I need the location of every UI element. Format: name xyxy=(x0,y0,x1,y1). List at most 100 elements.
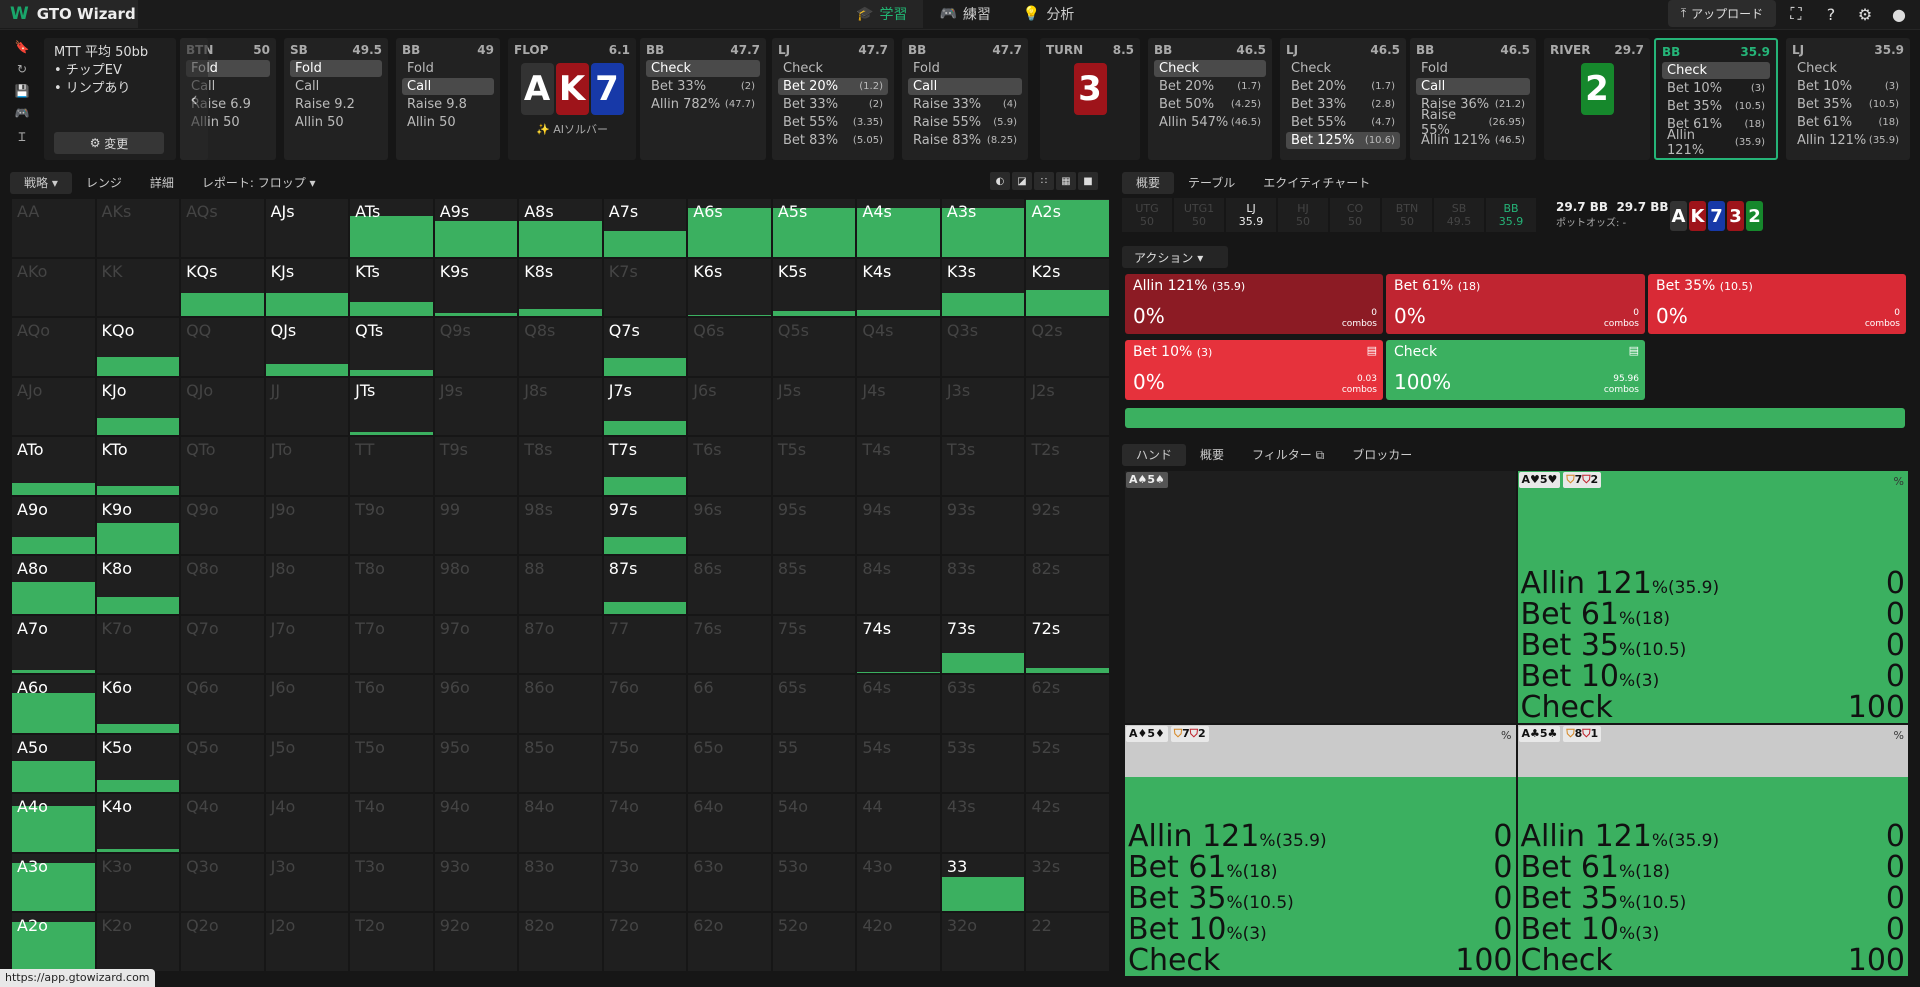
hand-cell[interactable]: J3o xyxy=(265,853,349,912)
hand-cell[interactable]: 22 xyxy=(1026,913,1109,971)
hand-combo-card[interactable]: A♥5♥ ⛉7⛉2% Allin 121%(35.9) 0 Bet 61%(18) 0 Be… xyxy=(1517,471,1908,723)
node-action[interactable]: Raise 55% (5.9) xyxy=(908,114,1022,131)
node-action[interactable]: Bet 61% (18) xyxy=(1792,114,1904,131)
action-dropdown[interactable]: アクション ▾ xyxy=(1122,246,1228,268)
hand-cell[interactable]: Q8o xyxy=(181,556,264,614)
node-action[interactable]: Bet 35% (10.5) xyxy=(1662,98,1770,115)
hand-cell[interactable]: Q2s xyxy=(1026,318,1109,376)
hand-cell[interactable]: T2s xyxy=(1026,437,1109,495)
node-action[interactable]: Bet 20% (1.7) xyxy=(1286,78,1400,95)
square-view-icon[interactable]: ■ xyxy=(1078,172,1098,190)
hand-cell[interactable]: AJo xyxy=(12,377,95,436)
tab-hand[interactable]: ハンド xyxy=(1122,444,1187,466)
hand-cell[interactable]: 53s xyxy=(941,734,1025,793)
hand-cell[interactable]: 86o xyxy=(519,675,602,733)
hand-cell[interactable]: A4o xyxy=(12,794,95,852)
hand-cell[interactable]: 83o xyxy=(519,853,602,912)
node-action[interactable]: Fold xyxy=(402,60,494,77)
tab-overview[interactable]: 概要 xyxy=(1122,172,1175,194)
hand-cell[interactable]: 63o xyxy=(688,853,771,912)
hand-cell[interactable]: 52o xyxy=(772,913,856,971)
hand-cell[interactable]: T3s xyxy=(941,437,1025,495)
hand-cell[interactable]: QTs xyxy=(350,318,433,376)
hand-cell[interactable]: K2s xyxy=(1026,258,1109,317)
node-action[interactable]: Call xyxy=(1416,78,1530,95)
hand-cell[interactable]: K9o xyxy=(96,496,180,555)
hand-cell[interactable]: AQo xyxy=(12,318,95,376)
ai-solver-button[interactable]: ✨ AIソルバー xyxy=(514,121,630,137)
bookmark-icon[interactable]: 🔖 xyxy=(15,40,30,54)
hand-cell[interactable]: A2s xyxy=(1026,199,1109,257)
hand-cell[interactable]: K4o xyxy=(96,794,180,852)
action-node[interactable]: LJ 46.5 Check Bet 20% (1.7) Bet 33% (2.8) Bet 5… xyxy=(1280,38,1406,160)
hand-cell[interactable]: 62s xyxy=(1026,675,1109,733)
hand-cell[interactable]: J4s xyxy=(857,377,940,436)
hand-cell[interactable]: T4o xyxy=(350,794,433,852)
tab-range[interactable]: レンジ xyxy=(72,172,136,194)
hand-cell[interactable]: K6o xyxy=(96,675,180,733)
hand-cell[interactable]: 95o xyxy=(434,734,518,793)
change-settings-button[interactable]: ⚙ 変更 xyxy=(54,132,164,154)
hand-cell[interactable]: KTs xyxy=(350,258,433,317)
hand-cell[interactable]: A5s xyxy=(772,199,856,257)
action-node[interactable]: BB 46.5 Check Bet 20% (1.7) Bet 50% (4.25) Alli… xyxy=(1148,38,1272,160)
node-action[interactable]: Bet 33% (2.8) xyxy=(1286,96,1400,113)
hand-cell[interactable]: J4o xyxy=(265,794,349,852)
node-action[interactable]: Allin 121% (35.9) xyxy=(1662,128,1770,158)
text-cursor-icon[interactable]: Ɪ xyxy=(19,128,26,145)
hand-cell[interactable]: 74o xyxy=(603,794,687,852)
tab-filter[interactable]: フィルター ⧉ xyxy=(1238,444,1338,466)
position-btn[interactable]: BTN 50 xyxy=(1382,198,1432,232)
hand-cell[interactable]: 65o xyxy=(688,734,771,793)
hand-cell[interactable]: J5s xyxy=(772,377,856,436)
hand-cell[interactable]: AKs xyxy=(96,199,180,257)
hand-cell[interactable]: QTo xyxy=(181,437,264,495)
action-node[interactable]: BB 46.5 Fold Call Raise 36% (21.2) Raise 55% (2… xyxy=(1410,38,1536,160)
tab-equity-chart[interactable]: エクイティチャート xyxy=(1249,172,1384,194)
node-action[interactable]: Bet 83% (5.05) xyxy=(778,132,888,149)
hand-cell[interactable]: 83s xyxy=(941,556,1025,614)
hand-cell[interactable]: 99 xyxy=(434,496,518,555)
hand-cell[interactable]: QJs xyxy=(265,318,349,376)
hand-cell[interactable]: ATs xyxy=(350,199,433,257)
hand-cell[interactable]: T8s xyxy=(519,437,602,495)
nav-study[interactable]: 🎓 学習 xyxy=(840,0,924,28)
node-action[interactable]: Bet 10% (3) xyxy=(1662,80,1770,97)
action-node[interactable]: LJ 47.7 Check Bet 20% (1.2) Bet 33% (2) Bet 55%… xyxy=(772,38,894,160)
hand-combo-card[interactable]: A♦5♦ ⛉7⛉2% Allin 121%(35.9) 0 Bet 61%(18) 0 Be… xyxy=(1125,724,1516,976)
hand-cell[interactable]: 62o xyxy=(688,913,771,971)
hand-cell[interactable]: QQ xyxy=(181,318,264,376)
hand-cell[interactable]: 65s xyxy=(772,675,856,733)
hand-cell[interactable]: 72s xyxy=(1026,615,1109,674)
hand-cell[interactable]: K5o xyxy=(96,734,180,793)
node-action[interactable]: Check xyxy=(1792,60,1904,77)
hand-cell[interactable]: 93s xyxy=(941,496,1025,555)
small-grid-icon[interactable]: ∷ xyxy=(1034,172,1054,190)
hand-cell[interactable]: 75s xyxy=(772,615,856,674)
hand-cell[interactable]: J2s xyxy=(1026,377,1109,436)
node-action[interactable]: Allin 547% (46.5) xyxy=(1154,114,1266,131)
gear-icon[interactable]: ⚙ xyxy=(1854,3,1876,25)
hand-cell[interactable]: K6s xyxy=(688,258,771,317)
hand-cell[interactable]: Q6o xyxy=(181,675,264,733)
hand-cell[interactable]: A9o xyxy=(12,496,95,555)
hand-cell[interactable]: A8s xyxy=(519,199,602,257)
contrast-view-icon[interactable]: ◪ xyxy=(1012,172,1032,190)
node-action[interactable]: Check xyxy=(1662,62,1770,79)
node-action[interactable]: Raise 55% (26.95) xyxy=(1416,108,1530,138)
node-action[interactable]: Check xyxy=(1286,60,1400,77)
previous-node-button[interactable]: ‹ xyxy=(180,38,208,160)
hand-cell[interactable]: AKo xyxy=(12,258,95,317)
hand-cell[interactable]: K3o xyxy=(96,853,180,912)
node-action[interactable]: Bet 33% (2) xyxy=(778,96,888,113)
hand-cell[interactable]: A9s xyxy=(434,199,518,257)
action-box[interactable]: Bet 61% (18) 0% 0 combos xyxy=(1386,274,1645,334)
pie-view-icon[interactable]: ◐ xyxy=(990,172,1010,190)
hand-cell[interactable]: 88 xyxy=(519,556,602,614)
hand-cell[interactable]: 77 xyxy=(603,615,687,674)
action-box[interactable]: Allin 121% (35.9) 0% 0 combos xyxy=(1125,274,1383,334)
hand-cell[interactable]: J6o xyxy=(265,675,349,733)
hand-cell[interactable]: Q5o xyxy=(181,734,264,793)
hand-cell[interactable]: K8s xyxy=(519,258,602,317)
hand-cell[interactable]: 98o xyxy=(434,556,518,614)
